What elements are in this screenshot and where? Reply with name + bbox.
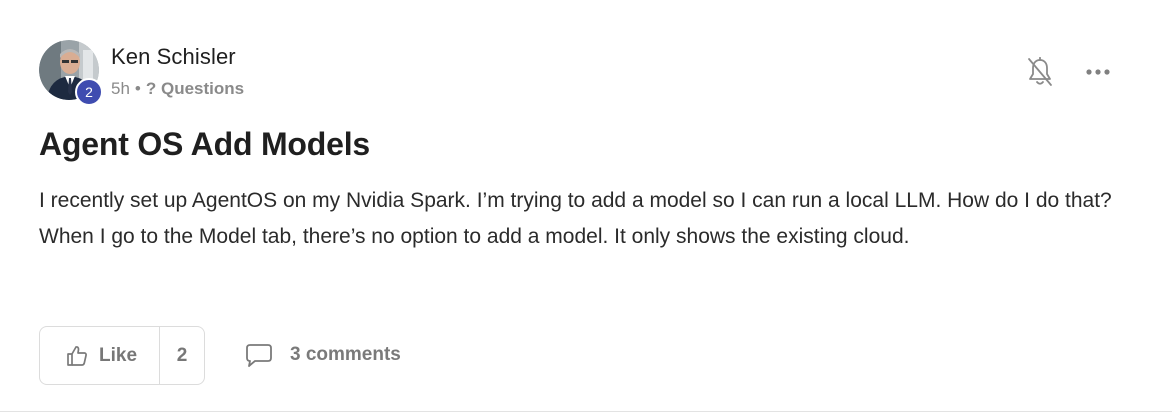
meta-separator: • (134, 79, 141, 98)
author-name[interactable]: Ken Schisler (111, 44, 236, 70)
level-badge: 2 (75, 78, 103, 106)
comments-label: 3 comments (290, 344, 401, 365)
like-control: Like 2 (39, 326, 205, 385)
like-label: Like (99, 344, 138, 366)
category-link[interactable]: ? Questions (146, 79, 244, 98)
post-time: 5h (111, 79, 130, 98)
post-meta: 5h • ? Questions (111, 79, 244, 99)
more-horizontal-icon[interactable] (1084, 62, 1112, 82)
post-title[interactable]: Agent OS Add Models (39, 124, 370, 164)
like-button[interactable]: Like (40, 327, 160, 384)
post-card: 2 Ken Schisler 5h • ? Questions Agent OS A… (0, 0, 1172, 412)
bell-slash-icon[interactable] (1027, 57, 1053, 87)
comments-button[interactable]: 3 comments (245, 342, 401, 368)
author-avatar-container[interactable]: 2 (39, 40, 103, 106)
comment-icon (246, 344, 272, 367)
post-body: I recently set up AgentOS on my Nvidia S… (39, 189, 1112, 248)
thumbs-up-icon (67, 345, 87, 366)
like-count[interactable]: 2 (160, 327, 204, 384)
